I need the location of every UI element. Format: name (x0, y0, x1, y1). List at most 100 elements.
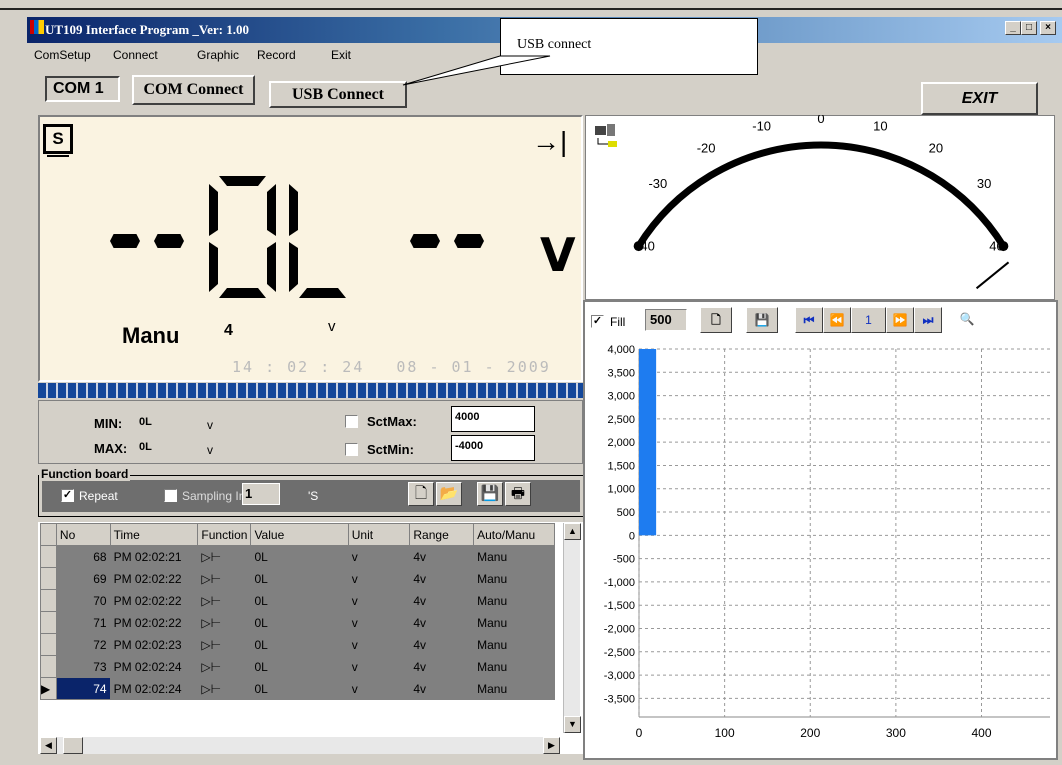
sampling-checkbox[interactable] (164, 489, 177, 502)
row-indicator[interactable] (40, 611, 57, 634)
usb-connect-button[interactable]: USB Connect (269, 81, 407, 108)
sampling-input[interactable]: 1 (242, 483, 280, 505)
setmin-input[interactable]: -4000 (451, 435, 535, 461)
prev-page-icon[interactable]: ⏪ (823, 307, 851, 333)
minimize-button[interactable]: _ (1005, 21, 1021, 35)
cell-unit: v (347, 589, 411, 612)
table-row[interactable]: 73 PM 02:02:24 ▷⊢ 0L v 4v Manu (40, 655, 555, 678)
cell-value: 0L (250, 545, 349, 568)
y-tick-label: 1,500 (607, 460, 635, 472)
cell-mode: Manu (473, 677, 555, 700)
cell-mode: Manu (473, 567, 555, 590)
min-label: MIN: (94, 416, 123, 431)
cell-value: 0L (250, 589, 349, 612)
table-vertical-scrollbar[interactable]: ▲ ▼ (563, 523, 581, 733)
row-indicator[interactable] (40, 655, 57, 678)
y-tick-label: -1,500 (604, 600, 635, 612)
menu-record[interactable]: Record (257, 48, 296, 62)
new-file-icon[interactable]: 🗋 (408, 482, 434, 506)
open-folder-icon[interactable]: 📂 (436, 482, 462, 506)
cell-mode: Manu (473, 589, 555, 612)
chart-new-icon[interactable]: 🗋 (700, 307, 732, 333)
maximize-button[interactable]: □ (1021, 21, 1037, 35)
cell-time: PM 02:02:24 (109, 655, 199, 678)
cell-mode: Manu (473, 545, 555, 568)
page-number: 1 (851, 307, 886, 333)
cell-function: ▷⊢ (197, 655, 252, 678)
gauge-tick-label: 10 (873, 119, 887, 134)
col-time[interactable]: Time (109, 523, 199, 546)
y-tick-label: 4,000 (607, 344, 635, 356)
table-row-selected[interactable]: ▶ 74 PM 02:02:24 ▷⊢ 0L v 4v Manu (40, 677, 555, 700)
col-auto-manu[interactable]: Auto/Manu (473, 523, 555, 546)
setmax-checkbox[interactable] (345, 415, 358, 428)
zoom-in-icon[interactable]: 🔍 (952, 307, 982, 333)
com-connect-button[interactable]: COM Connect (132, 75, 255, 105)
table-row[interactable]: 71 PM 02:02:22 ▷⊢ 0L v 4v Manu (40, 611, 555, 634)
repeat-checkbox[interactable]: ✓ (61, 489, 74, 502)
chart-save-icon[interactable]: 💾 (746, 307, 778, 333)
table-horizontal-scrollbar[interactable]: ◀ ▶ (40, 737, 560, 754)
row-indicator[interactable] (40, 633, 57, 656)
scroll-up-icon[interactable]: ▲ (564, 523, 581, 540)
row-indicator-current[interactable]: ▶ (40, 677, 57, 700)
cell-range: 4v (409, 567, 475, 590)
last-page-icon[interactable]: ⏭ (914, 307, 942, 333)
print-icon[interactable]: 🖶 (505, 482, 531, 506)
cell-no: 74 (55, 677, 111, 700)
first-page-icon[interactable]: ⏮ (795, 307, 823, 333)
table-row[interactable]: 68 PM 02:02:21 ▷⊢ 0L v 4v Manu (40, 545, 555, 568)
col-value[interactable]: Value (250, 523, 349, 546)
x-tick-label: 200 (800, 726, 820, 740)
cell-no: 70 (55, 589, 111, 612)
scroll-right-icon[interactable]: ▶ (543, 737, 560, 754)
cell-unit: v (347, 545, 411, 568)
exit-button[interactable]: EXIT (921, 82, 1038, 115)
chart-svg: 4,000 3,500 3,000 2,500 2,000 1,500 1,000 500 0 -… (604, 344, 1050, 740)
x-tick-label: 0 (636, 726, 643, 740)
reading-unit: V (540, 228, 576, 282)
cell-time: PM 02:02:22 (109, 589, 199, 612)
scroll-left-icon[interactable]: ◀ (40, 737, 57, 754)
setmin-checkbox[interactable] (345, 443, 358, 456)
record-table: No Time Function Value Unit Range Auto/M… (40, 523, 555, 700)
scroll-thumb[interactable] (63, 737, 83, 754)
fill-checkbox[interactable]: ✓ (591, 315, 604, 328)
col-range[interactable]: Range (409, 523, 475, 546)
save-icon[interactable]: 💾 (477, 482, 503, 506)
row-indicator[interactable] (40, 545, 57, 568)
gauge-tick-label: -40 (636, 238, 655, 253)
cell-value: 0L (250, 655, 349, 678)
cell-unit: v (347, 655, 411, 678)
table-row[interactable]: 69 PM 02:02:22 ▷⊢ 0L v 4v Manu (40, 567, 555, 590)
cell-function: ▷⊢ (197, 677, 252, 700)
menu-exit[interactable]: Exit (331, 48, 351, 62)
cell-unit: v (347, 633, 411, 656)
fill-label: Fill (610, 315, 626, 329)
cell-function: ▷⊢ (197, 633, 252, 656)
table-row[interactable]: 70 PM 02:02:22 ▷⊢ 0L v 4v Manu (40, 589, 555, 612)
col-unit[interactable]: Unit (347, 523, 411, 546)
row-indicator[interactable] (40, 567, 57, 590)
menu-graphic[interactable]: Graphic (197, 48, 239, 62)
col-no[interactable]: No (55, 523, 111, 546)
close-button[interactable]: × (1040, 21, 1056, 35)
points-input[interactable]: 500 (645, 309, 687, 331)
next-page-icon[interactable]: ⏩ (886, 307, 914, 333)
col-function[interactable]: Function (197, 523, 252, 546)
reading-dash (110, 234, 140, 248)
screen-icon[interactable]: S (43, 124, 73, 154)
cell-value: 0L (250, 633, 349, 656)
cell-value: 0L (250, 567, 349, 590)
y-tick-label: 2,000 (607, 437, 635, 449)
row-indicator[interactable] (40, 589, 57, 612)
setmax-input[interactable]: 4000 (451, 406, 535, 432)
menu-comsetup[interactable]: ComSetup (34, 48, 91, 62)
scroll-down-icon[interactable]: ▼ (564, 716, 581, 733)
table-row[interactable]: 72 PM 02:02:23 ▷⊢ 0L v 4v Manu (40, 633, 555, 656)
y-tick-label: -3,000 (604, 670, 635, 682)
menu-connect[interactable]: Connect (113, 48, 158, 62)
sampling-unit: 'S (308, 489, 319, 503)
y-tick-label: -3,500 (604, 693, 635, 705)
max-label: MAX: (94, 441, 128, 456)
